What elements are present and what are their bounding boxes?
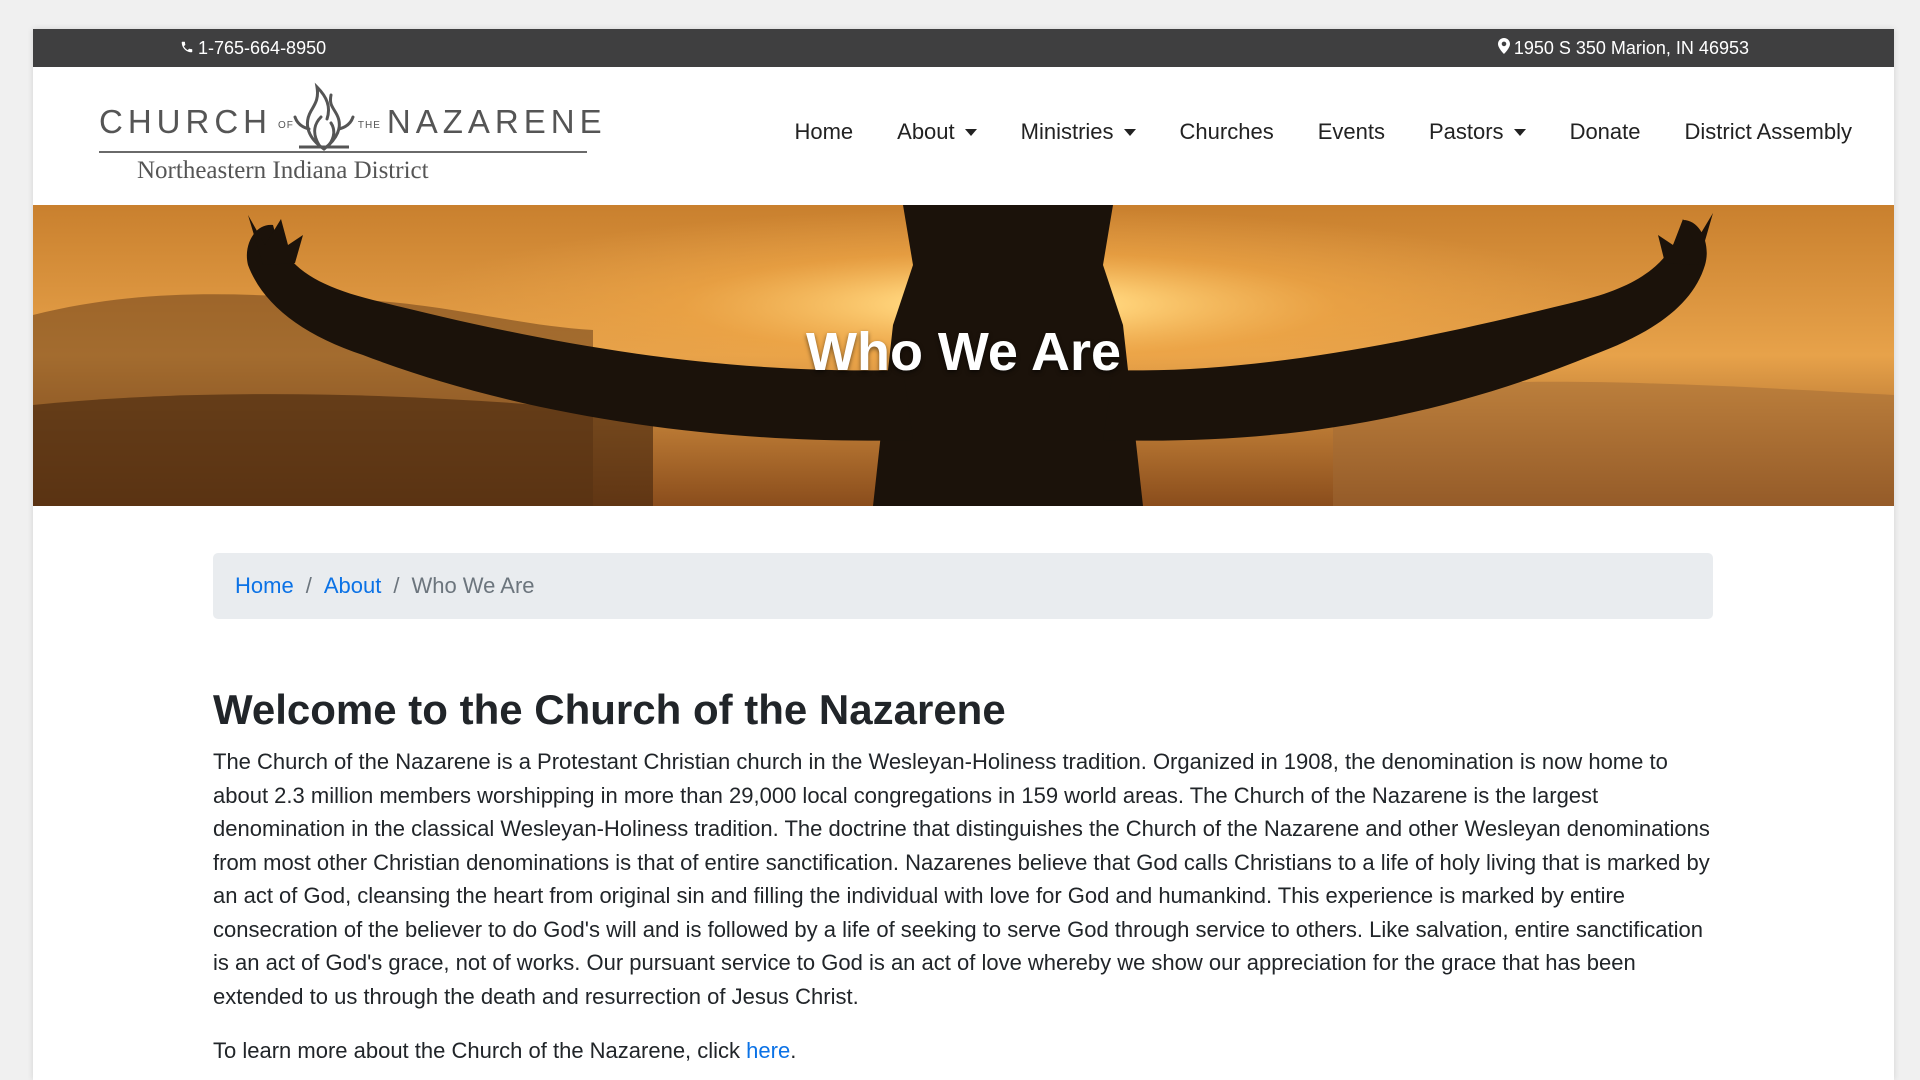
nav-item-label[interactable]: Events bbox=[1318, 119, 1385, 145]
nav-item-home[interactable]: Home bbox=[794, 119, 853, 145]
phone-icon bbox=[180, 38, 194, 59]
nav-item-label[interactable]: Ministries bbox=[1021, 119, 1114, 145]
main-nav: Home About Ministries Churches Events Pa… bbox=[794, 119, 1852, 145]
hero-title: Who We Are bbox=[805, 322, 1121, 382]
nav-item-about[interactable]: About bbox=[897, 119, 977, 145]
phone-number[interactable]: 1-765-664-8950 bbox=[198, 38, 326, 59]
address-contact[interactable]: 1950 S 350 Marion, IN 46953 bbox=[1497, 38, 1749, 59]
breadcrumb: Home / About / Who We Are bbox=[213, 553, 1713, 619]
nav-item-label[interactable]: Churches bbox=[1180, 119, 1274, 145]
logo-word-the: THE bbox=[357, 120, 381, 131]
nav-item-label[interactable]: Donate bbox=[1570, 119, 1641, 145]
learn-more-text: To learn more about the Church of the Na… bbox=[213, 1038, 747, 1064]
nav-item-label[interactable]: Home bbox=[794, 119, 853, 145]
breadcrumb-home-link[interactable]: Home bbox=[235, 573, 294, 599]
nav-item-label[interactable]: Pastors bbox=[1429, 119, 1504, 145]
learn-more-link[interactable]: here bbox=[746, 1038, 790, 1063]
intro-paragraph: The Church of the Nazarene is a Protesta… bbox=[213, 749, 1710, 1009]
hero-banner: Who We Are bbox=[33, 205, 1894, 506]
page: 1-765-664-8950 1950 S 350 Marion, IN 469… bbox=[33, 29, 1894, 1080]
site-logo[interactable]: CHURCH OF THE NAZARENE Northeastern Indi bbox=[99, 82, 602, 187]
site-header: CHURCH OF THE NAZARENE Northeastern Indi bbox=[33, 67, 1894, 205]
nav-item-label[interactable]: About bbox=[897, 119, 955, 145]
nav-item-events[interactable]: Events bbox=[1318, 119, 1385, 145]
logo-rule bbox=[99, 151, 587, 153]
breadcrumb-about-link[interactable]: About bbox=[324, 573, 382, 599]
breadcrumb-current: Who We Are bbox=[411, 573, 535, 598]
logo-word-church: CHURCH bbox=[99, 103, 272, 140]
main-content: Welcome to the Church of the Nazarene Th… bbox=[213, 685, 1713, 1068]
nav-item-district-assembly[interactable]: District Assembly bbox=[1685, 119, 1852, 145]
nav-item-pastors[interactable]: Pastors bbox=[1429, 119, 1526, 145]
flame-dove-emblem-icon bbox=[293, 82, 355, 151]
learn-more-suffix: . bbox=[790, 1038, 797, 1064]
breadcrumb-separator: / bbox=[305, 573, 312, 598]
nav-item-ministries[interactable]: Ministries bbox=[1021, 119, 1136, 145]
caret-down-icon[interactable] bbox=[1123, 128, 1136, 136]
logo-word-nazarene: NAZARENE bbox=[386, 103, 607, 140]
top-info-bar: 1-765-664-8950 1950 S 350 Marion, IN 469… bbox=[33, 29, 1894, 67]
nav-item-churches[interactable]: Churches bbox=[1180, 119, 1274, 145]
address-text[interactable]: 1950 S 350 Marion, IN 46953 bbox=[1514, 38, 1749, 59]
learn-more-paragraph: To learn more about the Church of the Na… bbox=[213, 1034, 1713, 1068]
map-marker-icon bbox=[1497, 38, 1510, 59]
caret-down-icon[interactable] bbox=[964, 128, 977, 136]
page-heading: Welcome to the Church of the Nazarene bbox=[213, 686, 1006, 733]
caret-down-icon[interactable] bbox=[1513, 128, 1526, 136]
logo-subtitle: Northeastern Indiana District bbox=[137, 157, 429, 184]
nav-item-label[interactable]: District Assembly bbox=[1685, 119, 1852, 145]
phone-contact[interactable]: 1-765-664-8950 bbox=[180, 38, 326, 59]
nav-item-donate[interactable]: Donate bbox=[1570, 119, 1641, 145]
breadcrumb-separator: / bbox=[393, 573, 400, 598]
